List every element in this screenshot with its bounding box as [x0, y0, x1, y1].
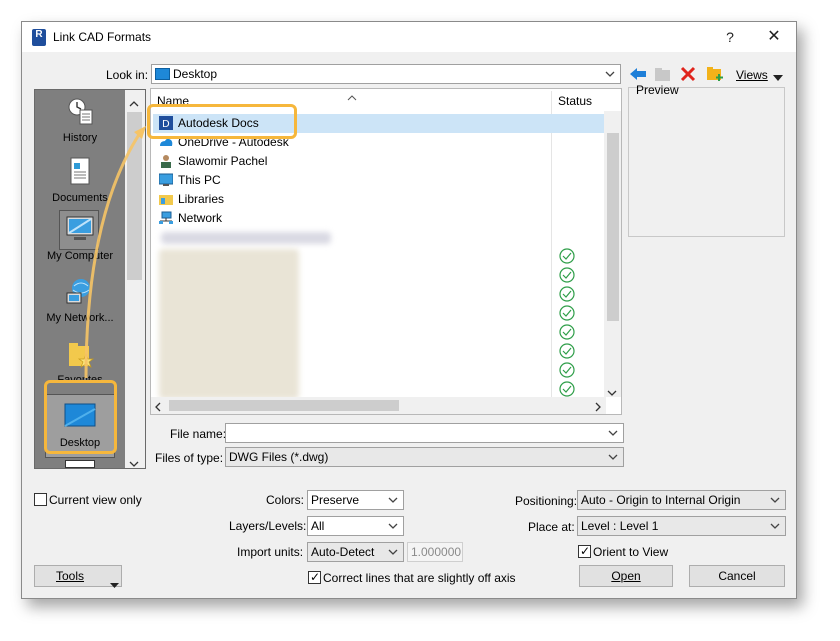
annotation-arrow — [84, 126, 146, 379]
